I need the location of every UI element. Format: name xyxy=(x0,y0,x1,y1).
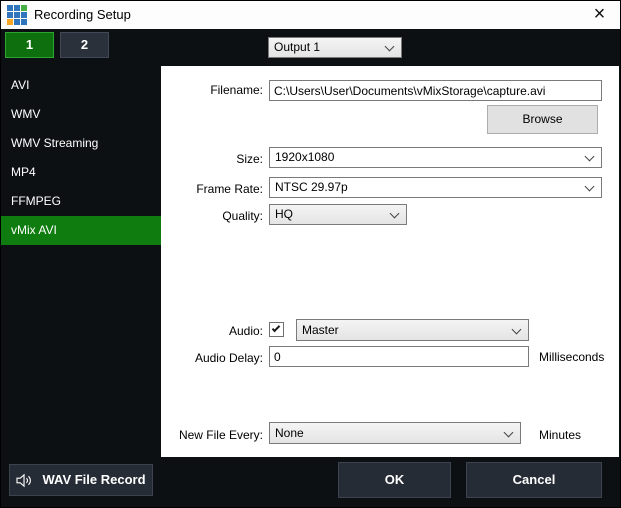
quality-label: Quality: xyxy=(222,209,263,223)
sidebar-item-wmv-streaming[interactable]: WMV Streaming xyxy=(1,129,161,158)
sidebar-item-wmv[interactable]: WMV xyxy=(1,100,161,129)
size-select[interactable]: 1920x1080 xyxy=(269,147,602,168)
ok-button[interactable]: OK xyxy=(338,462,451,498)
wav-file-record-button[interactable]: WAV File Record xyxy=(9,464,153,496)
chevron-down-icon xyxy=(584,151,595,162)
window-title: Recording Setup xyxy=(34,7,131,22)
quality-select[interactable]: HQ xyxy=(269,204,407,225)
output-select[interactable]: Output 1 xyxy=(268,37,402,58)
chevron-down-icon xyxy=(584,181,595,192)
filename-label: Filename: xyxy=(210,83,263,97)
audio-label: Audio: xyxy=(228,324,263,338)
frame-rate-label: Frame Rate: xyxy=(196,182,263,196)
filename-input[interactable] xyxy=(269,80,602,101)
frame-rate-select[interactable]: NTSC 29.97p xyxy=(269,177,602,198)
format-sidebar: AVI WMV WMV Streaming MP4 FFMPEG vMix AV… xyxy=(1,71,161,245)
wav-file-record-label: WAV File Record xyxy=(42,472,146,487)
chevron-down-icon xyxy=(503,427,514,438)
checkmark-icon xyxy=(271,323,281,333)
audio-checkbox[interactable] xyxy=(269,322,284,337)
output-select-value: Output 1 xyxy=(274,40,321,54)
audio-delay-label: Audio Delay: xyxy=(194,351,263,365)
close-icon[interactable]: × xyxy=(577,1,620,29)
chevron-down-icon xyxy=(389,208,400,219)
audio-delay-input[interactable] xyxy=(269,346,529,367)
sidebar-item-vmix-avi[interactable]: vMix AVI xyxy=(1,216,161,245)
new-file-every-label: New File Every: xyxy=(178,428,263,442)
quality-select-value: HQ xyxy=(275,207,293,221)
size-select-value: 1920x1080 xyxy=(275,150,335,164)
chevron-down-icon xyxy=(384,41,395,52)
sidebar-item-mp4[interactable]: MP4 xyxy=(1,158,161,187)
audio-source-select-value: Master xyxy=(302,323,339,337)
sidebar-item-ffmpeg[interactable]: FFMPEG xyxy=(1,187,161,216)
frame-rate-select-value: NTSC 29.97p xyxy=(275,180,348,194)
speaker-icon xyxy=(16,473,32,487)
size-label: Size: xyxy=(236,152,263,166)
minutes-label: Minutes xyxy=(539,428,582,442)
tab-output-1[interactable]: 1 xyxy=(5,32,54,58)
chevron-down-icon xyxy=(511,324,522,335)
new-file-every-select[interactable]: None xyxy=(269,422,521,444)
sidebar-item-avi[interactable]: AVI xyxy=(1,71,161,100)
audio-source-select[interactable]: Master xyxy=(296,319,529,341)
new-file-every-select-value: None xyxy=(275,426,304,440)
browse-button[interactable]: Browse xyxy=(487,105,598,134)
cancel-button[interactable]: Cancel xyxy=(466,462,602,498)
title-bar: Recording Setup × xyxy=(1,1,620,29)
milliseconds-label: Milliseconds xyxy=(539,350,605,364)
tab-output-2[interactable]: 2 xyxy=(60,32,109,58)
recording-setup-dialog: Recording Setup × 1 2 Output 1 AVI WMV W… xyxy=(0,0,621,508)
vmix-logo-icon xyxy=(7,5,27,25)
